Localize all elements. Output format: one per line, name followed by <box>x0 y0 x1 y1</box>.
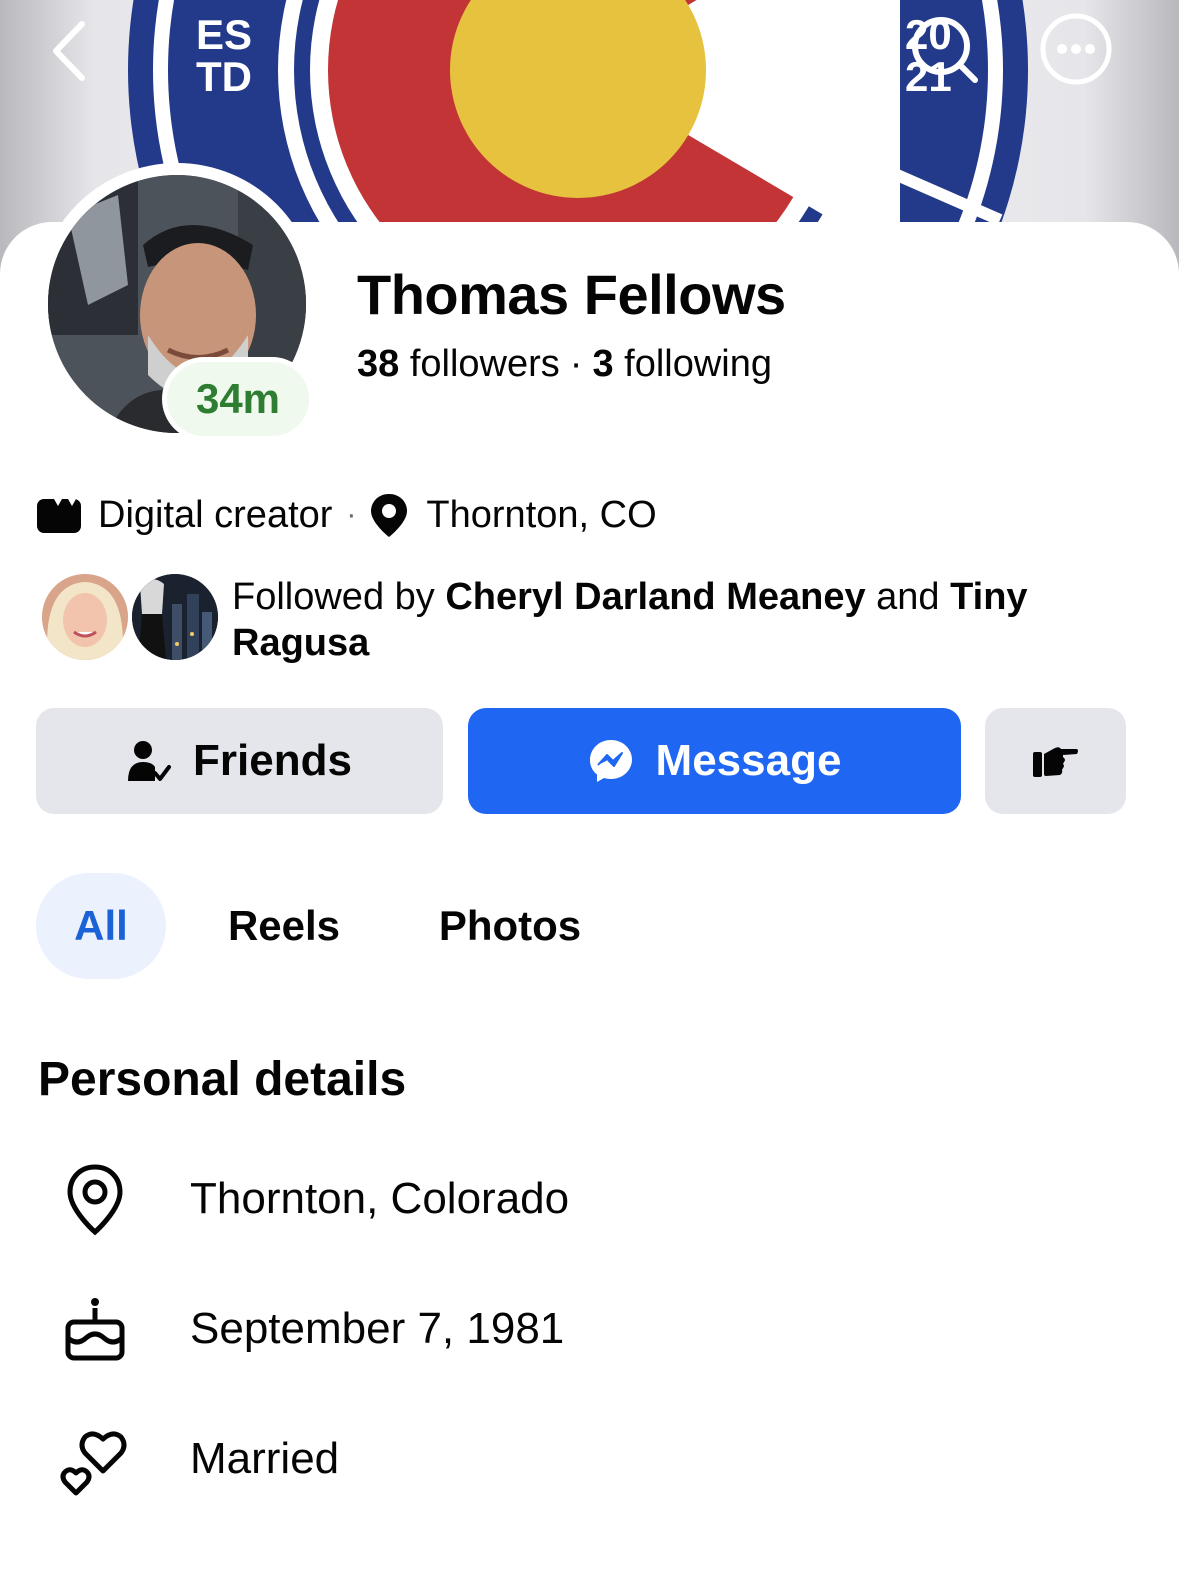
mutual-friend-avatar[interactable] <box>128 570 222 664</box>
clapperboard-icon <box>36 496 82 534</box>
location-pin-icon <box>370 492 408 538</box>
more-options-button[interactable] <box>1040 13 1112 85</box>
detail-relationship-text: Married <box>190 1434 340 1483</box>
follow-stats: 38 followers · 3 following <box>357 343 773 385</box>
category-label: Digital creator <box>98 493 333 536</box>
following-link[interactable]: 3 following <box>592 343 772 385</box>
cover-badge-left: ES TD <box>196 11 253 100</box>
followed-by-text: Followed by Cheryl Darland Meaney and Ti… <box>232 576 1028 664</box>
back-button[interactable] <box>46 18 96 84</box>
active-status-badge: 34m <box>162 357 314 441</box>
personal-details-title: Personal details <box>38 1053 407 1106</box>
mutual-friend-link[interactable]: Cheryl Darland Meaney <box>445 576 865 618</box>
location-label: Thornton, CO <box>426 493 657 536</box>
detail-row-location: Thornton, Colorado <box>0 1150 1179 1250</box>
hearts-icon <box>58 1422 132 1502</box>
poke-hand-icon <box>1032 744 1079 778</box>
tab-all[interactable]: All <box>36 873 166 979</box>
tab-reels[interactable]: Reels <box>196 873 372 979</box>
friends-button[interactable]: Friends <box>36 708 443 814</box>
chevron-left-icon <box>53 21 85 81</box>
tab-photos[interactable]: Photos <box>406 873 614 979</box>
more-options-icon <box>1040 13 1112 85</box>
location-pin-icon <box>58 1160 132 1240</box>
message-button[interactable]: Message <box>468 708 961 814</box>
messenger-icon <box>588 738 634 784</box>
search-icon <box>912 17 978 83</box>
mutual-friend-avatar[interactable] <box>38 570 132 664</box>
profile-screen: ES TD 20 21 34m Thomas Fellows 38 follow… <box>0 0 1179 1590</box>
friends-check-icon <box>127 739 172 783</box>
friends-button-label: Friends <box>193 736 352 785</box>
detail-birthday-text: September 7, 1981 <box>190 1304 565 1353</box>
intro-line: Digital creator · Thornton, CO <box>36 490 657 540</box>
birthday-cake-icon <box>58 1290 132 1370</box>
detail-location-text: Thornton, Colorado <box>190 1174 570 1223</box>
detail-row-birthday: September 7, 1981 <box>0 1280 1179 1380</box>
poke-button[interactable] <box>985 708 1126 814</box>
message-button-label: Message <box>655 736 842 785</box>
profile-name: Thomas Fellows <box>357 263 786 326</box>
detail-row-relationship: Married <box>0 1410 1179 1510</box>
followers-link[interactable]: 38 followers <box>357 343 560 385</box>
search-button[interactable] <box>905 14 981 84</box>
